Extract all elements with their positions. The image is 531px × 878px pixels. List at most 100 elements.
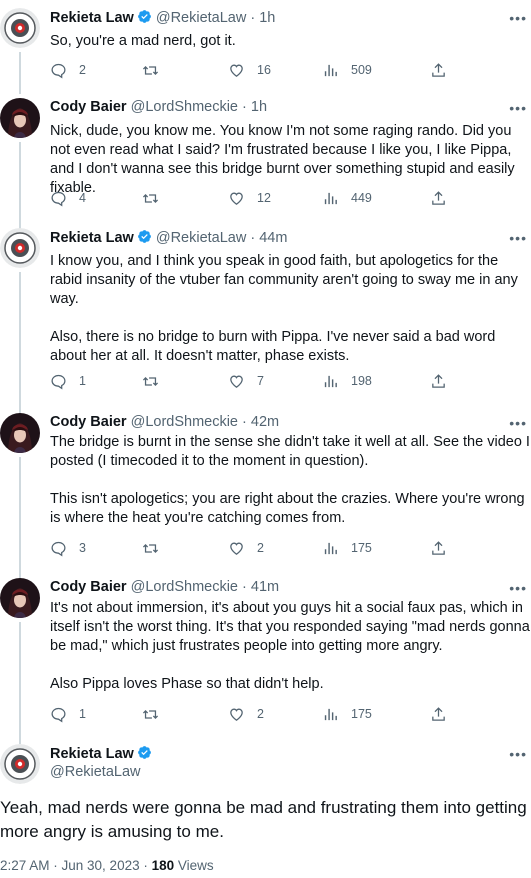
verified-badge-icon	[137, 229, 152, 244]
action-bar: 1 7 198	[50, 371, 450, 391]
retweet-button[interactable]	[142, 371, 171, 391]
more-options-icon[interactable]: •••	[509, 230, 527, 246]
views-button[interactable]: 449	[322, 188, 372, 208]
like-count: 12	[257, 191, 271, 205]
timestamp[interactable]: · 44m	[250, 230, 287, 246]
reply-tweet[interactable]: Cody Baier @LordShmeckie · 42m ••• The b…	[0, 410, 531, 582]
share-button[interactable]	[430, 704, 447, 724]
like-count: 2	[257, 707, 264, 721]
like-button[interactable]: 2	[228, 538, 264, 558]
view-count: 198	[351, 374, 372, 388]
retweet-icon	[142, 65, 159, 75]
more-options-icon[interactable]: •••	[509, 415, 527, 431]
retweet-icon	[142, 543, 159, 553]
reply-icon	[51, 63, 66, 78]
views-button[interactable]: 509	[322, 60, 372, 80]
avatar[interactable]	[0, 744, 40, 784]
views-chart-icon	[324, 64, 337, 76]
reply-icon	[51, 541, 66, 556]
display-name[interactable]: Rekieta Law	[50, 230, 134, 246]
reply-count: 4	[79, 191, 86, 205]
avatar[interactable]	[0, 8, 40, 48]
views-button[interactable]: 198	[322, 371, 372, 391]
share-icon	[432, 190, 445, 205]
handle[interactable]: @RekietaLaw	[156, 10, 246, 26]
tweet-timestamp[interactable]: 2:27 AM · Jun 30, 2023 ·	[0, 858, 152, 873]
views-chart-icon	[324, 708, 337, 720]
reply-icon	[51, 191, 66, 206]
views-button[interactable]: 175	[322, 704, 372, 724]
retweet-button[interactable]	[142, 60, 171, 80]
more-options-icon[interactable]: •••	[509, 746, 527, 762]
reply-tweet[interactable]: Rekieta Law @RekietaLaw · 1h ••• So, you…	[0, 0, 531, 94]
share-button[interactable]	[430, 188, 447, 208]
main-tweet-text: Yeah, mad nerds were gonna be mad and fr…	[0, 798, 527, 841]
like-count: 16	[257, 63, 271, 77]
like-button[interactable]: 12	[228, 188, 271, 208]
reply-tweet[interactable]: Cody Baier @LordShmeckie · 1h ••• Nick, …	[0, 90, 531, 229]
heart-icon	[230, 375, 243, 388]
reply-button[interactable]: 2	[50, 60, 86, 80]
handle[interactable]: @RekietaLaw	[50, 764, 140, 780]
timestamp[interactable]: · 42m	[242, 414, 279, 430]
display-name[interactable]: Cody Baier	[50, 99, 127, 115]
reply-tweet[interactable]: Cody Baier @LordShmeckie · 41m ••• It's …	[0, 578, 531, 744]
like-button[interactable]: 7	[228, 371, 264, 391]
tweet-paragraph: It's not about immersion, it's about you…	[50, 600, 530, 654]
reply-button[interactable]: 1	[50, 371, 86, 391]
tweet-paragraph: This isn't apologetics; you are right ab…	[50, 491, 525, 526]
like-button[interactable]: 2	[228, 704, 264, 724]
retweet-button[interactable]	[142, 704, 171, 724]
timestamp[interactable]: · 1h	[242, 99, 267, 115]
like-button[interactable]: 16	[228, 60, 271, 80]
handle[interactable]: @LordShmeckie	[131, 99, 238, 115]
timestamp[interactable]: · 41m	[242, 579, 279, 595]
reply-button[interactable]: 4	[50, 188, 86, 208]
reply-button[interactable]: 1	[50, 704, 86, 724]
views-chart-icon	[324, 192, 337, 204]
reply-button[interactable]: 3	[50, 538, 86, 558]
tweet-header: Rekieta Law @RekietaLaw · 1h	[50, 9, 275, 26]
display-name[interactable]: Cody Baier	[50, 579, 127, 595]
avatar[interactable]	[0, 413, 40, 453]
share-button[interactable]	[430, 371, 447, 391]
avatar[interactable]	[0, 578, 40, 618]
display-name[interactable]: Rekieta Law	[50, 10, 134, 26]
tweet-header: Rekieta Law	[50, 745, 152, 762]
share-button[interactable]	[430, 538, 447, 558]
tweet-paragraph: Also, there is no bridge to burn with Pi…	[50, 329, 496, 364]
display-name[interactable]: Rekieta Law	[50, 746, 134, 762]
reply-icon	[51, 707, 66, 722]
reply-count: 1	[79, 374, 86, 388]
view-count: 509	[351, 63, 372, 77]
avatar[interactable]	[0, 228, 40, 268]
like-count: 2	[257, 541, 264, 555]
heart-icon	[230, 708, 243, 721]
timestamp[interactable]: · 1h	[250, 10, 275, 26]
handle[interactable]: @LordShmeckie	[131, 414, 238, 430]
retweet-button[interactable]	[142, 188, 171, 208]
share-icon	[432, 540, 445, 555]
tweet-header: Cody Baier @LordShmeckie · 42m	[50, 414, 279, 430]
reply-tweet[interactable]: Rekieta Law @RekietaLaw · 44m ••• I know…	[0, 225, 531, 414]
avatar[interactable]	[0, 98, 40, 138]
retweet-button[interactable]	[142, 538, 171, 558]
tweet-metadata: 2:27 AM · Jun 30, 2023 · 180 Views	[0, 858, 214, 873]
more-options-icon[interactable]: •••	[509, 100, 527, 116]
tweet-paragraph: I know you, and I think you speak in goo…	[50, 253, 518, 307]
more-options-icon[interactable]: •••	[509, 10, 527, 26]
retweet-icon	[142, 376, 159, 386]
retweet-icon	[142, 709, 159, 719]
tweet-text: It's not about immersion, it's about you…	[50, 599, 531, 694]
retweet-icon	[142, 193, 159, 203]
reply-count: 2	[79, 63, 86, 77]
share-button[interactable]	[430, 60, 447, 80]
handle[interactable]: @RekietaLaw	[156, 230, 246, 246]
thread-connector-line	[19, 52, 21, 94]
more-options-icon[interactable]: •••	[509, 580, 527, 596]
thread-connector-line	[19, 142, 21, 229]
display-name[interactable]: Cody Baier	[50, 414, 127, 430]
views-button[interactable]: 175	[322, 538, 372, 558]
view-count: 175	[351, 707, 372, 721]
handle[interactable]: @LordShmeckie	[131, 579, 238, 595]
